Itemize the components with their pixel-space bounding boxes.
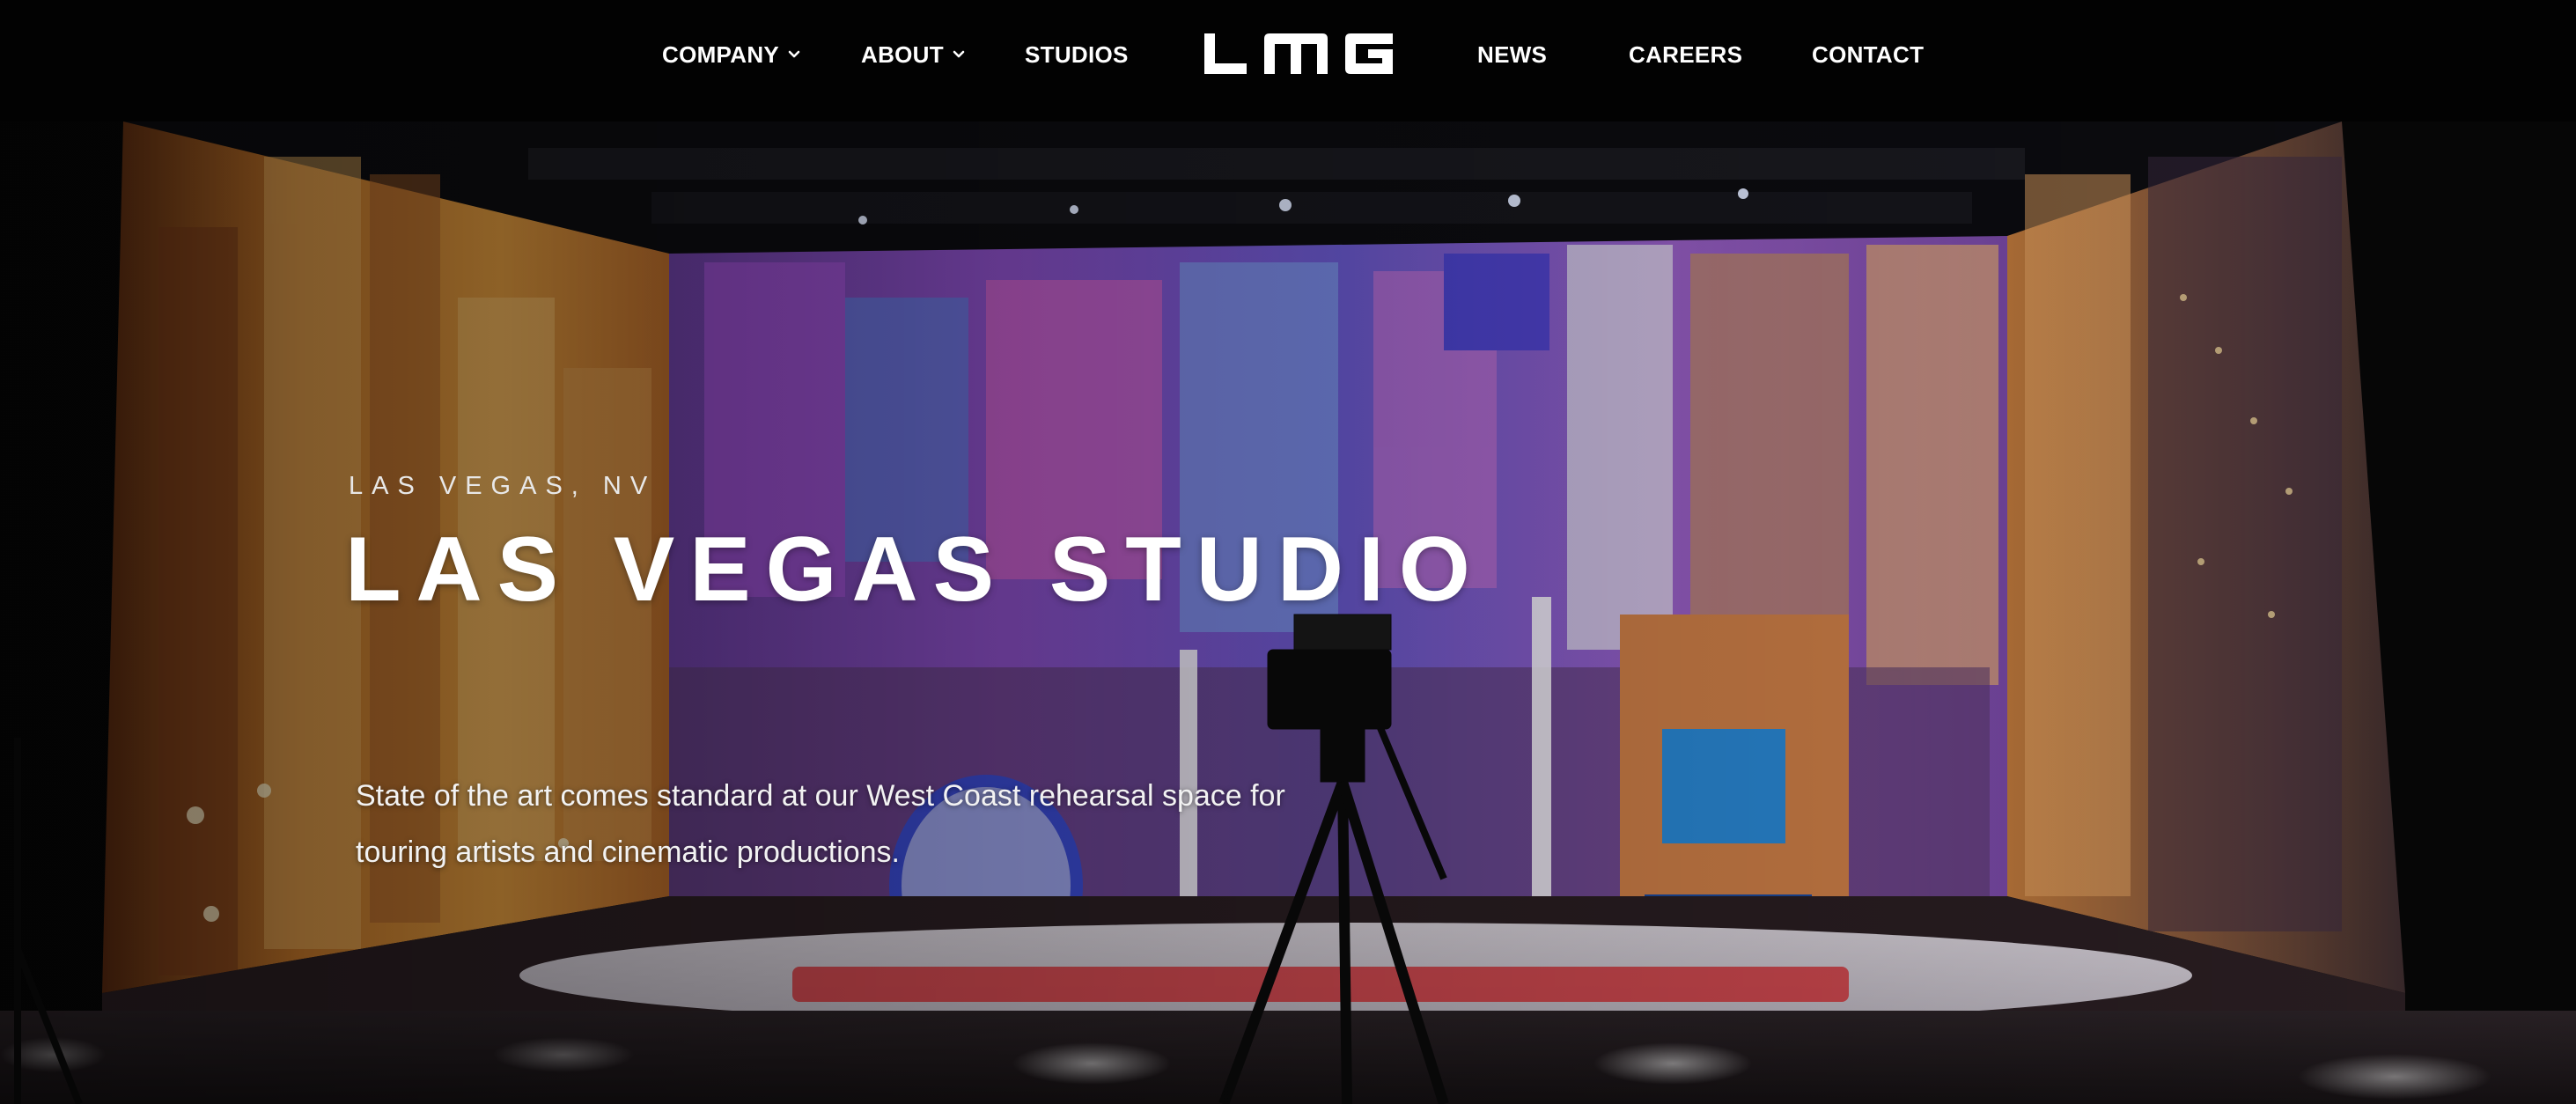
- nav-item-careers[interactable]: CAREERS: [1629, 37, 1742, 72]
- nav-item-label: STUDIOS: [1025, 41, 1129, 68]
- nav-item-label: NEWS: [1477, 41, 1548, 68]
- nav-item-news[interactable]: NEWS: [1477, 37, 1547, 72]
- chevron-down-icon: [953, 50, 965, 58]
- page: COMPANY ABOUT STUDIOS NEWS CAREERS CONTA…: [0, 0, 2576, 1104]
- nav-item-about[interactable]: ABOUT: [861, 37, 967, 72]
- nav-item-label: CONTACT: [1812, 41, 1925, 68]
- nav-item-contact[interactable]: CONTACT: [1812, 37, 1924, 72]
- nav-item-label: CAREERS: [1629, 41, 1743, 68]
- nav-item-label: ABOUT: [861, 41, 944, 68]
- nav-item-studios[interactable]: STUDIOS: [1025, 37, 1129, 72]
- chevron-down-icon: [788, 50, 800, 58]
- hero-eyebrow: LAS VEGAS, NV: [349, 472, 657, 500]
- hero-description: State of the art comes standard at our W…: [356, 779, 1285, 869]
- lmg-logo[interactable]: [1203, 32, 1395, 76]
- hero-section: LAS VEGAS, NV LAS VEGAS STUDIO State of …: [0, 121, 2576, 1104]
- nav-item-company[interactable]: COMPANY: [662, 37, 802, 72]
- nav-item-label: COMPANY: [662, 41, 780, 68]
- main-nav: COMPANY ABOUT STUDIOS NEWS CAREERS CONTA…: [0, 0, 2576, 121]
- hero-title: LAS VEGAS STUDIO: [345, 519, 1485, 621]
